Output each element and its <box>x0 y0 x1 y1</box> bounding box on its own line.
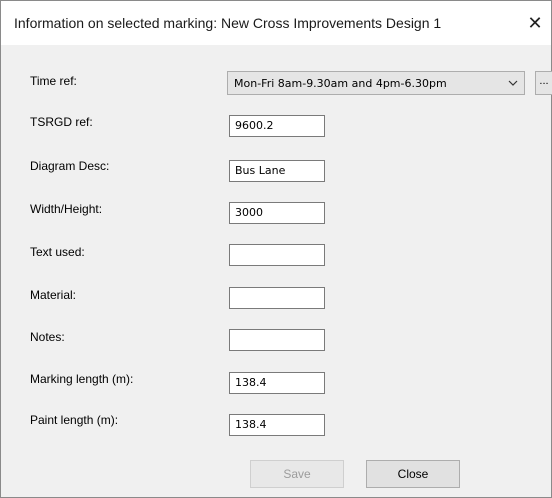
paint-length-label: Paint length (m): <box>30 413 119 427</box>
width-height-label: Width/Height: <box>30 202 103 216</box>
time-ref-more-button[interactable]: ... <box>535 71 552 95</box>
paint-length-field[interactable]: 138.4 <box>229 414 325 436</box>
notes-field[interactable] <box>229 329 325 351</box>
material-field[interactable] <box>229 287 325 309</box>
marking-length-label: Marking length (m): <box>30 372 134 386</box>
text-used-label: Text used: <box>30 245 85 259</box>
close-icon[interactable]: ✕ <box>523 11 547 35</box>
time-ref-select[interactable]: Mon-Fri 8am-9.30am and 4pm-6.30pm <box>227 71 525 95</box>
marking-length-field[interactable]: 138.4 <box>229 372 325 394</box>
notes-label: Notes: <box>30 330 65 344</box>
time-ref-value: Mon-Fri 8am-9.30am and 4pm-6.30pm <box>234 77 447 90</box>
save-button[interactable]: Save <box>250 460 344 488</box>
material-label: Material: <box>30 288 77 302</box>
text-used-field[interactable] <box>229 244 325 266</box>
title-bar: Information on selected marking: New Cro… <box>1 1 551 45</box>
dialog-title: Information on selected marking: New Cro… <box>14 15 442 31</box>
close-button[interactable]: Close <box>366 460 460 488</box>
marking-info-dialog: Information on selected marking: New Cro… <box>0 0 552 498</box>
tsrgd-ref-label: TSRGD ref: <box>30 115 93 129</box>
diagram-desc-label: Diagram Desc: <box>30 159 110 173</box>
time-ref-label: Time ref: <box>30 74 77 88</box>
diagram-desc-field[interactable]: Bus Lane <box>229 160 325 182</box>
tsrgd-ref-field[interactable]: 9600.2 <box>229 115 325 137</box>
width-height-field[interactable]: 3000 <box>229 202 325 224</box>
chevron-down-icon <box>508 80 518 86</box>
